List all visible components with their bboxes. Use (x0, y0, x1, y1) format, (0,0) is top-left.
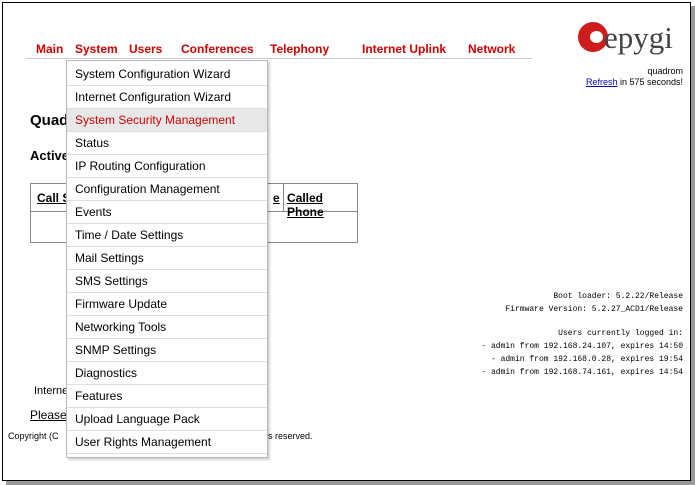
logged-in-user: - admin from 192.168.24.107, expires 14:… (481, 342, 683, 351)
menu-network[interactable]: Network (468, 42, 515, 56)
logo-text: epygi (604, 20, 673, 55)
internet-status-text: Interne (34, 385, 69, 397)
menu-item-networking-tools[interactable]: Networking Tools (67, 316, 267, 339)
refresh-countdown: in 575 seconds! (617, 77, 683, 87)
menu-item-status[interactable]: Status (67, 132, 267, 155)
menu-item-system-security-management[interactable]: System Security Management (67, 109, 267, 132)
boot-loader-version: Boot loader: 5.2.22/Release (553, 292, 683, 301)
menu-internet-uplink[interactable]: Internet Uplink (362, 42, 446, 56)
column-called-phone-header[interactable]: Called Phone (287, 191, 357, 219)
refresh-link[interactable]: Refresh (586, 77, 618, 87)
menu-item-user-rights-management[interactable]: User Rights Management (67, 431, 267, 454)
logged-in-user: - admin from 192.168.74.161, expires 14:… (481, 368, 683, 377)
menu-item-firmware-update[interactable]: Firmware Update (67, 293, 267, 316)
menu-telephony[interactable]: Telephony (270, 42, 329, 56)
column-calling-phone-header[interactable]: e (273, 191, 280, 205)
top-menu-bar: Main System Users Conferences Telephony … (26, 38, 532, 59)
menu-item-internet-configuration-wizard[interactable]: Internet Configuration Wizard (67, 86, 267, 109)
menu-item-upload-language-pack[interactable]: Upload Language Pack (67, 408, 267, 431)
menu-system[interactable]: System (75, 42, 118, 56)
page-title: Quad (30, 112, 69, 129)
menu-item-events[interactable]: Events (67, 201, 267, 224)
please-link[interactable]: Please (30, 408, 67, 422)
window-shadow-bottom (6, 481, 695, 485)
column-divider (283, 184, 284, 211)
firmware-version: Firmware Version: 5.2.27_ACD1/Release (505, 305, 683, 314)
system-dropdown-menu: System Configuration Wizard Internet Con… (66, 60, 268, 458)
menu-main[interactable]: Main (36, 42, 63, 56)
menu-item-ip-routing-configuration[interactable]: IP Routing Configuration (67, 155, 267, 178)
menu-item-mail-settings[interactable]: Mail Settings (67, 247, 267, 270)
rights-reserved-text: s reserved. (268, 431, 313, 441)
menu-item-time-date-settings[interactable]: Time / Date Settings (67, 224, 267, 247)
menu-item-sms-settings[interactable]: SMS Settings (67, 270, 267, 293)
users-logged-in-heading: Users currently logged in: (558, 329, 683, 338)
menu-users[interactable]: Users (129, 42, 162, 56)
device-model: quadrom (647, 66, 683, 76)
section-title: Active (30, 148, 70, 163)
menu-item-diagnostics[interactable]: Diagnostics (67, 362, 267, 385)
menu-item-features[interactable]: Features (67, 385, 267, 408)
menu-item-system-configuration-wizard[interactable]: System Configuration Wizard (67, 63, 267, 86)
refresh-status: Refresh in 575 seconds! (586, 77, 683, 87)
menu-item-configuration-management[interactable]: Configuration Management (67, 178, 267, 201)
logged-in-user: - admin from 192.168.0.28, expires 19:54 (490, 355, 683, 364)
window-shadow-right (691, 6, 695, 485)
menu-item-snmp-settings[interactable]: SNMP Settings (67, 339, 267, 362)
menu-conferences[interactable]: Conferences (181, 42, 254, 56)
epygi-logo: epygi (578, 20, 678, 60)
copyright-text: Copyright (C (8, 431, 59, 441)
